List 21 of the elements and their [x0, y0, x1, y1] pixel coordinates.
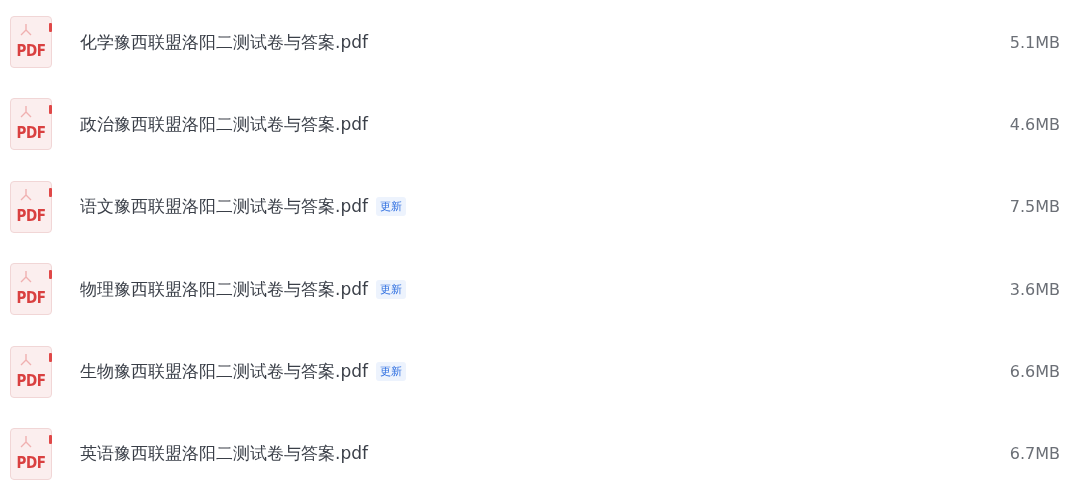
pdf-file-icon: PDF [10, 427, 52, 480]
file-size: 6.7MB [1009, 444, 1060, 464]
pdf-file-icon: PDF [10, 263, 52, 316]
file-name[interactable]: 语文豫西联盟洛阳二测试卷与答案.pdf [80, 195, 368, 219]
file-name[interactable]: 化学豫西联盟洛阳二测试卷与答案.pdf [80, 30, 368, 54]
update-badge: 更新 [376, 362, 406, 382]
file-size: 7.5MB [1009, 197, 1060, 217]
file-name[interactable]: 生物豫西联盟洛阳二测试卷与答案.pdf [80, 360, 368, 384]
file-name[interactable]: 英语豫西联盟洛阳二测试卷与答案.pdf [80, 442, 368, 466]
pdf-file-icon: PDF [10, 16, 52, 68]
pdf-file-icon: PDF [10, 180, 52, 233]
file-size: 6.6MB [1009, 362, 1060, 382]
pdf-file-icon: PDF [10, 98, 52, 151]
pdf-file-icon: PDF [10, 345, 52, 398]
file-name[interactable]: 政治豫西联盟洛阳二测试卷与答案.pdf [80, 112, 368, 136]
file-size: 4.6MB [1009, 114, 1060, 134]
update-badge: 更新 [376, 279, 406, 299]
file-name[interactable]: 物理豫西联盟洛阳二测试卷与答案.pdf [80, 277, 368, 301]
update-badge: 更新 [376, 197, 406, 217]
file-size: 5.1MB [1009, 32, 1060, 52]
file-size: 3.6MB [1009, 279, 1060, 299]
